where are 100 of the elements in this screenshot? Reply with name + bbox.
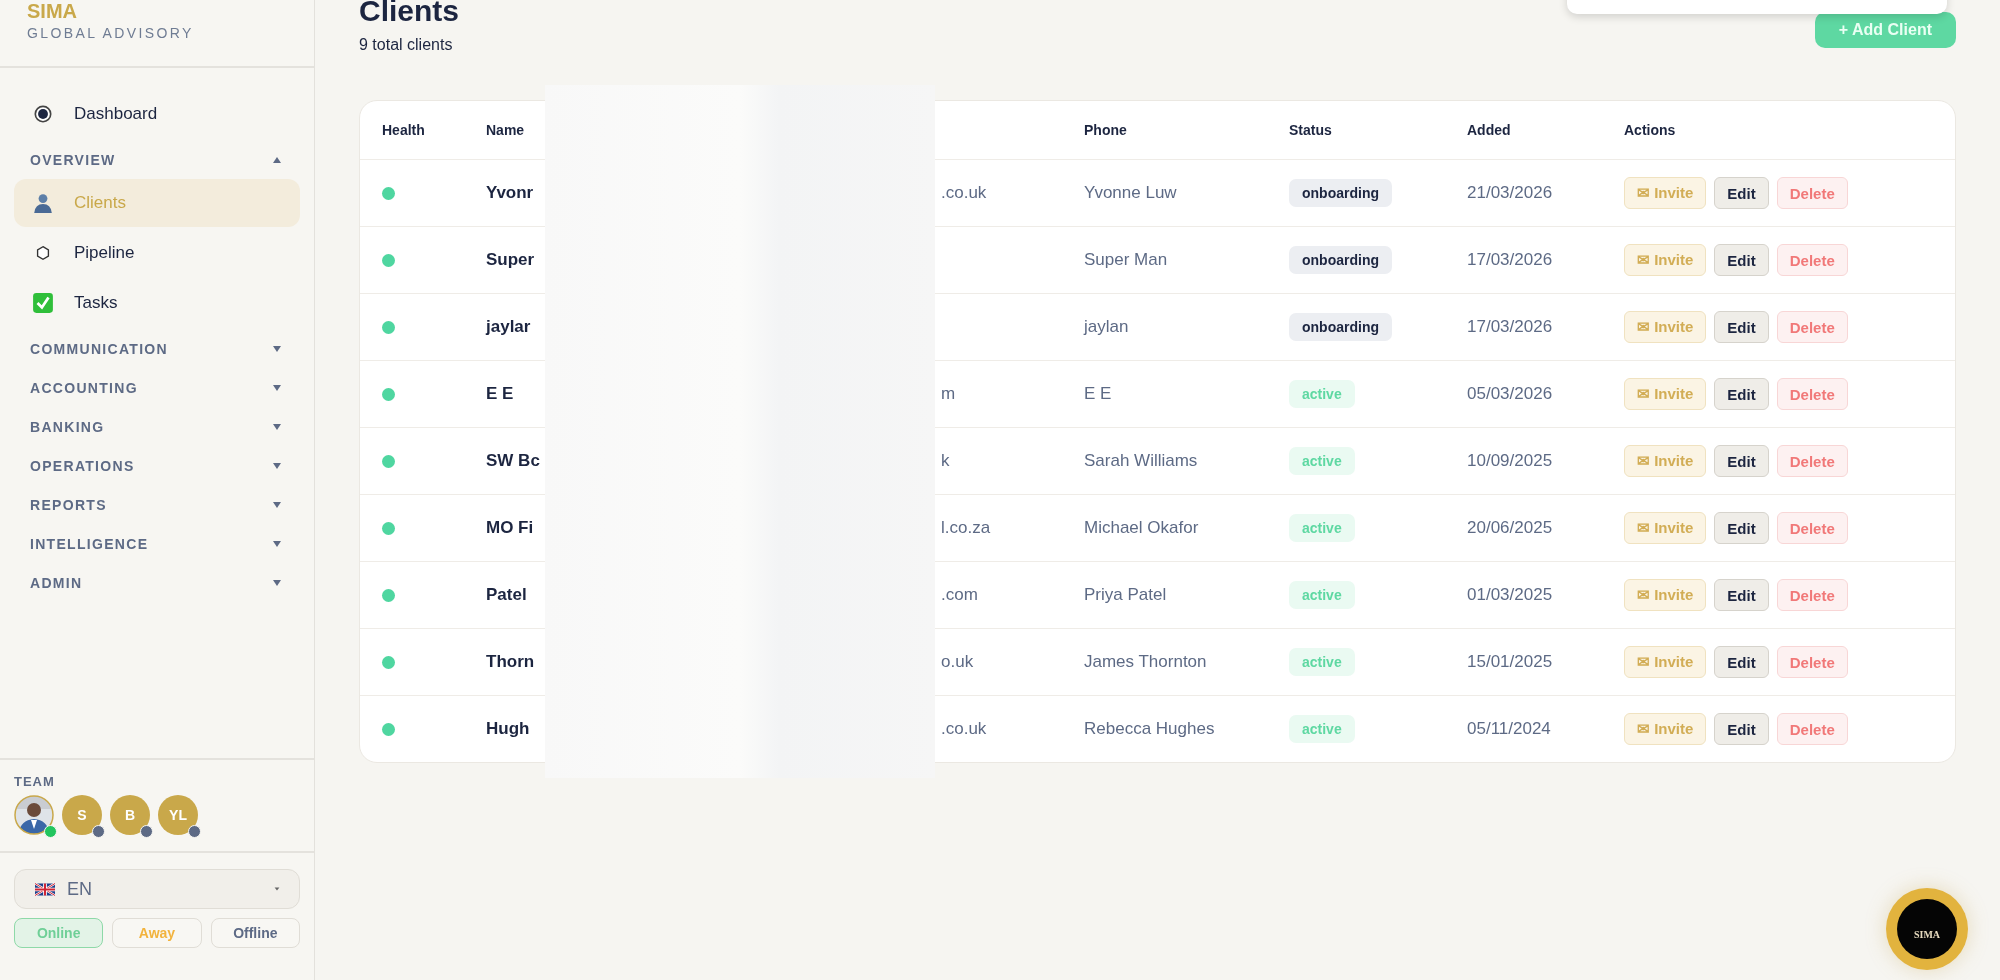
status-badge: onboarding — [1289, 179, 1392, 207]
avatar[interactable]: S — [62, 795, 102, 835]
caret-icon — [272, 344, 282, 354]
health-dot — [382, 454, 395, 468]
nav-section[interactable]: BANKING — [14, 408, 300, 446]
table-cell: E E — [1084, 384, 1112, 403]
column-header: Name — [486, 122, 526, 138]
caret-icon — [272, 422, 282, 432]
health-dot — [382, 320, 395, 334]
status-badge: active — [1289, 648, 1355, 676]
table-cell: k — [941, 451, 950, 470]
presence-button[interactable]: Away — [112, 918, 202, 948]
delete-button[interactable]: Delete — [1776, 311, 1848, 343]
nav-section[interactable]: INTELLIGENCE — [14, 525, 300, 563]
language-select[interactable]: EN — [14, 869, 300, 909]
edit-button[interactable]: Edit — [1714, 177, 1769, 209]
nav-section[interactable]: COMMUNICATION — [14, 330, 300, 368]
client-count: 9 total clients — [359, 36, 454, 54]
flag-icon — [35, 882, 55, 896]
status-badge: active — [1289, 380, 1355, 408]
caret-icon — [272, 539, 282, 549]
status-badge: active — [1289, 447, 1355, 475]
date-cell: 17/03/2026 — [1467, 250, 1553, 269]
nav-section[interactable]: ACCOUNTING — [14, 369, 300, 407]
radio-icon — [32, 103, 54, 125]
logo-button[interactable]: SIMA — [1886, 888, 1968, 970]
invite-button[interactable]: ✉ Invite — [1624, 445, 1707, 477]
column-header: Actions — [1624, 122, 1677, 138]
table-cell: Michael Okafor — [1084, 518, 1199, 537]
invite-button[interactable]: ✉ Invite — [1624, 177, 1707, 209]
client-name: Patel — [486, 585, 527, 604]
caret-icon — [272, 383, 282, 393]
delete-button[interactable]: Delete — [1776, 445, 1848, 477]
nav-section[interactable]: OVERVIEW — [14, 141, 300, 179]
edit-button[interactable]: Edit — [1714, 512, 1769, 544]
invite-button[interactable]: ✉ Invite — [1624, 713, 1707, 745]
page-title: Clients — [359, 0, 460, 26]
edit-button[interactable]: Edit — [1714, 579, 1769, 611]
invite-button[interactable]: ✉ Invite — [1624, 378, 1707, 410]
column-header: Status — [1289, 122, 1333, 138]
date-cell: 15/01/2025 — [1467, 652, 1553, 671]
delete-button[interactable]: Delete — [1776, 378, 1848, 410]
caret-icon — [272, 500, 282, 510]
avatar[interactable]: YL — [158, 795, 198, 835]
edit-button[interactable]: Edit — [1714, 378, 1769, 410]
table-cell: l.co.za — [941, 518, 991, 537]
date-cell: 05/11/2024 — [1467, 719, 1551, 738]
table-cell: Rebecca Hughes — [1084, 719, 1215, 738]
column-header: Phone — [1084, 122, 1128, 138]
table-cell: m — [941, 384, 956, 403]
delete-button[interactable]: Delete — [1776, 579, 1848, 611]
table-cell: .co.uk — [941, 719, 987, 738]
nav-section[interactable]: REPORTS — [14, 486, 300, 524]
edit-button[interactable]: Edit — [1714, 646, 1769, 678]
edit-button[interactable]: Edit — [1714, 311, 1769, 343]
date-cell: 10/09/2025 — [1467, 451, 1553, 470]
delete-button[interactable]: Delete — [1776, 177, 1848, 209]
delete-button[interactable]: Delete — [1776, 646, 1848, 678]
brand-logo: SIMA — [27, 1, 77, 21]
person-icon — [32, 192, 54, 214]
invite-button[interactable]: ✉ Invite — [1624, 311, 1707, 343]
date-cell: 01/03/2025 — [1467, 585, 1553, 604]
health-dot — [382, 253, 395, 267]
table-cell: Super Man — [1084, 250, 1168, 269]
status-badge: active — [1289, 514, 1355, 542]
invite-button[interactable]: ✉ Invite — [1624, 579, 1707, 611]
table-cell: James Thornton — [1084, 652, 1207, 671]
delete-button[interactable]: Delete — [1776, 512, 1848, 544]
nav-item[interactable]: Tasks — [14, 279, 300, 327]
nav-section[interactable]: ADMIN — [14, 564, 300, 602]
presence-button[interactable]: Online — [14, 918, 104, 948]
delete-button[interactable]: Delete — [1776, 244, 1848, 276]
invite-button[interactable]: ✉ Invite — [1624, 244, 1707, 276]
avatar[interactable]: B — [110, 795, 150, 835]
caret-icon — [273, 885, 281, 893]
status-badge: active — [1289, 715, 1355, 743]
edit-button[interactable]: Edit — [1714, 244, 1769, 276]
brand-tagline: GLOBAL ADVISORY — [27, 25, 194, 41]
delete-button[interactable]: Delete — [1776, 713, 1848, 745]
client-name: Yvonr — [486, 183, 534, 202]
table-cell: .co.uk — [941, 183, 987, 202]
nav-item[interactable]: Dashboard — [14, 90, 300, 138]
table-cell: Yvonne Luw — [1084, 183, 1177, 202]
nav-item[interactable]: Pipeline — [14, 229, 300, 277]
client-name: Thorn — [486, 652, 535, 671]
caret-icon — [272, 155, 282, 165]
invite-button[interactable]: ✉ Invite — [1624, 646, 1707, 678]
hexagon-icon — [34, 244, 52, 262]
status-badge: active — [1289, 581, 1355, 609]
client-name: E E — [486, 384, 514, 403]
invite-button[interactable]: ✉ Invite — [1624, 512, 1707, 544]
health-dot — [382, 387, 395, 401]
presence-button[interactable]: Offline — [210, 918, 300, 948]
edit-button[interactable]: Edit — [1714, 713, 1769, 745]
nav-item[interactable]: Clients — [14, 179, 300, 227]
edit-button[interactable]: Edit — [1714, 445, 1769, 477]
table-cell: o.uk — [941, 652, 974, 671]
add-client-button[interactable]: + Add Client — [1814, 12, 1956, 48]
nav-section[interactable]: OPERATIONS — [14, 447, 300, 485]
column-header: Health — [382, 122, 426, 138]
